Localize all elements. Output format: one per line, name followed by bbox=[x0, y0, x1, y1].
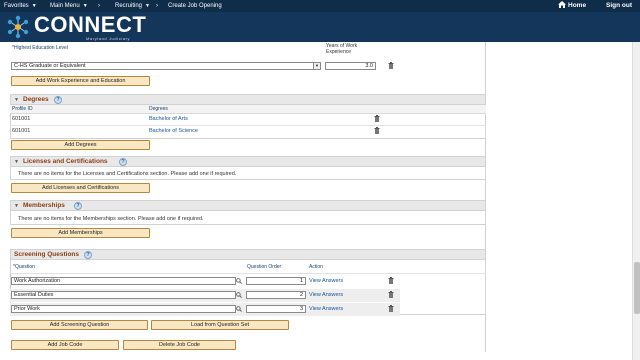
favorites-menu[interactable]: Favorites ▼ bbox=[4, 1, 37, 11]
search-icon[interactable] bbox=[236, 278, 242, 284]
view-answers-link[interactable]: View Answers bbox=[309, 306, 343, 312]
collapse-icon[interactable]: ▼ bbox=[14, 97, 19, 103]
degree-profile-id: 601001 bbox=[12, 128, 31, 134]
screening-section-header[interactable]: Screening Questions ? bbox=[10, 249, 486, 260]
degrees-section-header[interactable]: ▼ Degrees ? bbox=[10, 94, 486, 105]
years-experience-label: Years of Work Experience bbox=[326, 43, 358, 55]
education-level-value: C-HS Graduate or Equivalent bbox=[14, 63, 86, 69]
memberships-body: There are no items for the Memberships s… bbox=[10, 211, 486, 225]
question-input[interactable]: Prior Work bbox=[11, 305, 236, 313]
add-memberships-button[interactable]: Add Memberships bbox=[11, 228, 150, 238]
view-answers-link[interactable]: View Answers bbox=[309, 278, 343, 284]
chevron-down-icon: ▼ bbox=[145, 3, 150, 9]
licenses-section-header[interactable]: ▼ Licenses and Certifications ? bbox=[10, 156, 486, 167]
trash-icon[interactable] bbox=[388, 277, 394, 284]
column-question: *Question bbox=[13, 264, 35, 270]
brand-name: CONNECT bbox=[34, 12, 147, 37]
sign-out-link[interactable]: Sign out bbox=[606, 1, 632, 11]
years-experience-input[interactable]: 3.0 bbox=[325, 62, 376, 70]
add-licenses-button[interactable]: Add Licenses and Certifications bbox=[11, 183, 150, 193]
degree-profile-id: 601001 bbox=[12, 116, 31, 122]
help-icon[interactable]: ? bbox=[119, 158, 127, 166]
column-degrees: Degrees bbox=[149, 106, 168, 112]
collapse-icon[interactable]: ▼ bbox=[14, 159, 19, 165]
education-level-select[interactable]: C-HS Graduate or Equivalent ▼ bbox=[11, 62, 321, 70]
main-menu[interactable]: Main Menu ▼ bbox=[50, 1, 88, 11]
licenses-empty-text: There are no items for the Licenses and … bbox=[18, 171, 237, 177]
column-question-order: Question Order bbox=[247, 264, 282, 270]
breadcrumb-separator: › bbox=[156, 3, 158, 9]
brand-header: CONNECT Maryland Judiciary bbox=[0, 12, 640, 42]
trash-icon[interactable] bbox=[374, 115, 380, 122]
home-link[interactable]: Home bbox=[558, 1, 586, 11]
search-icon[interactable] bbox=[236, 306, 242, 312]
connect-logo-icon bbox=[7, 15, 29, 39]
add-degrees-button[interactable]: Add Degrees bbox=[11, 140, 150, 150]
scrollbar-thumb[interactable] bbox=[634, 262, 640, 314]
help-icon[interactable]: ? bbox=[54, 96, 62, 104]
memberships-empty-text: There are no items for the Memberships s… bbox=[18, 216, 204, 222]
favorites-label: Favorites bbox=[4, 3, 29, 9]
trash-icon[interactable] bbox=[388, 62, 394, 69]
recruiting-label: Recruiting bbox=[115, 3, 143, 9]
home-label: Home bbox=[568, 2, 587, 9]
chevron-down-icon: ▼ bbox=[31, 3, 37, 9]
main-content: *Highest Education Level Years of Work E… bbox=[0, 42, 632, 360]
row-divider bbox=[10, 125, 486, 126]
column-profile-id: Profile ID bbox=[12, 106, 33, 112]
collapse-icon[interactable]: ▼ bbox=[14, 203, 19, 209]
question-order-input[interactable]: 1 bbox=[246, 277, 306, 285]
screening-title: Screening Questions bbox=[14, 251, 80, 258]
breadcrumb-recruiting[interactable]: Recruiting ▼ bbox=[115, 1, 150, 11]
home-icon bbox=[558, 1, 566, 8]
brand-subtitle: Maryland Judiciary bbox=[86, 36, 131, 41]
view-answers-link[interactable]: View Answers bbox=[309, 292, 343, 298]
breadcrumb-separator: › bbox=[98, 3, 100, 9]
vertical-scrollbar[interactable] bbox=[632, 42, 640, 360]
delete-job-code-button[interactable]: Delete Job Code bbox=[123, 340, 236, 350]
question-order-input[interactable]: 2 bbox=[246, 291, 306, 299]
trash-icon[interactable] bbox=[388, 305, 394, 312]
degree-link[interactable]: Bachelor of Arts bbox=[149, 116, 188, 122]
question-input[interactable]: Work Authorization bbox=[11, 277, 236, 285]
help-icon[interactable]: ? bbox=[84, 251, 92, 259]
help-icon[interactable]: ? bbox=[74, 202, 82, 210]
add-work-experience-button[interactable]: Add Work Experience and Education bbox=[11, 76, 150, 86]
memberships-title: Memberships bbox=[23, 202, 65, 209]
search-icon[interactable] bbox=[236, 292, 242, 298]
trash-icon[interactable] bbox=[374, 127, 380, 134]
top-nav-bar: Favorites ▼ Main Menu ▼ › Recruiting ▼ › Cr… bbox=[0, 0, 640, 12]
main-menu-label: Main Menu bbox=[50, 3, 80, 9]
degree-link[interactable]: Bachelor of Science bbox=[149, 128, 198, 134]
question-order-input[interactable]: 3 bbox=[246, 305, 306, 313]
chevron-down-icon: ▼ bbox=[82, 3, 88, 9]
highest-education-label: *Highest Education Level bbox=[12, 45, 68, 51]
job-opening-form: *Highest Education Level Years of Work E… bbox=[8, 42, 486, 352]
load-question-set-button[interactable]: Load from Question Set bbox=[151, 320, 289, 330]
row-divider bbox=[10, 273, 486, 274]
question-input[interactable]: Essential Duties bbox=[11, 291, 236, 299]
degrees-title: Degrees bbox=[23, 96, 49, 103]
licenses-title: Licenses and Certifications bbox=[23, 158, 108, 165]
column-action: Action bbox=[309, 264, 323, 270]
add-screening-question-button[interactable]: Add Screening Question bbox=[11, 320, 148, 330]
licenses-body: There are no items for the Licenses and … bbox=[10, 167, 486, 180]
breadcrumb-create-job-opening[interactable]: Create Job Opening bbox=[168, 1, 222, 11]
chevron-down-icon[interactable]: ▼ bbox=[313, 63, 320, 69]
add-job-code-button[interactable]: Add Job Code bbox=[11, 340, 119, 350]
memberships-section-header[interactable]: ▼ Memberships ? bbox=[10, 200, 486, 211]
trash-icon[interactable] bbox=[388, 291, 394, 298]
degrees-column-header: Profile ID Degrees bbox=[10, 105, 486, 114]
